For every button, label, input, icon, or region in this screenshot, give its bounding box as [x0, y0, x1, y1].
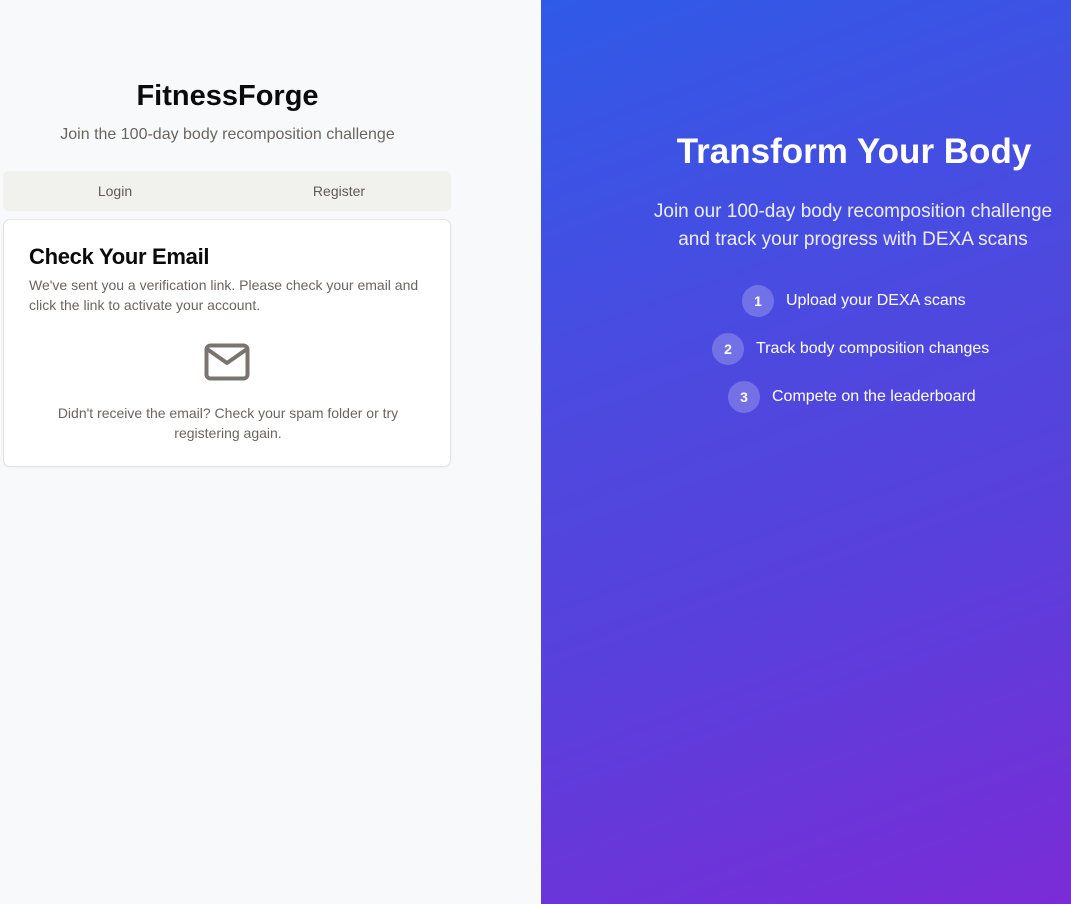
feature-step-1: 1 Upload your DEXA scans — [742, 285, 966, 317]
step-text: Upload your DEXA scans — [786, 292, 966, 309]
step-number-badge: 3 — [728, 381, 760, 413]
auth-panel: FitnessForge Join the 100-day body recom… — [0, 0, 541, 904]
hero-panel: Transform Your Body Join our 100-day bod… — [541, 0, 1071, 904]
feature-step-2: 2 Track body composition changes — [712, 333, 989, 365]
step-number-badge: 2 — [712, 333, 744, 365]
hero-subtitle-line-2: and track your progress with DEXA scans — [678, 229, 1028, 250]
tab-login[interactable]: Login — [3, 171, 227, 211]
card-footer-note: Didn't receive the email? Check your spa… — [57, 405, 399, 441]
card-title: Check Your Email — [29, 244, 210, 269]
mail-icon — [204, 343, 250, 381]
brand-title: FitnessForge — [136, 80, 319, 112]
auth-tabs: Login Register — [3, 171, 451, 211]
feature-step-3: 3 Compete on the leaderboard — [728, 381, 976, 413]
step-number-badge: 1 — [742, 285, 774, 317]
step-text: Compete on the leaderboard — [772, 388, 976, 405]
tab-register[interactable]: Register — [227, 171, 451, 211]
card-description: We've sent you a verification link. Plea… — [29, 277, 419, 313]
hero-subtitle-line-1: Join our 100-day body recomposition chal… — [653, 201, 1053, 222]
brand-tagline: Join the 100-day body recomposition chal… — [60, 126, 395, 143]
step-text: Track body composition changes — [756, 340, 990, 357]
hero-title: Transform Your Body — [676, 132, 1032, 171]
verification-card: Check Your Email We've sent you a verifi… — [3, 219, 451, 467]
hero-subtitle: Join our 100-day body recomposition chal… — [631, 198, 1071, 254]
